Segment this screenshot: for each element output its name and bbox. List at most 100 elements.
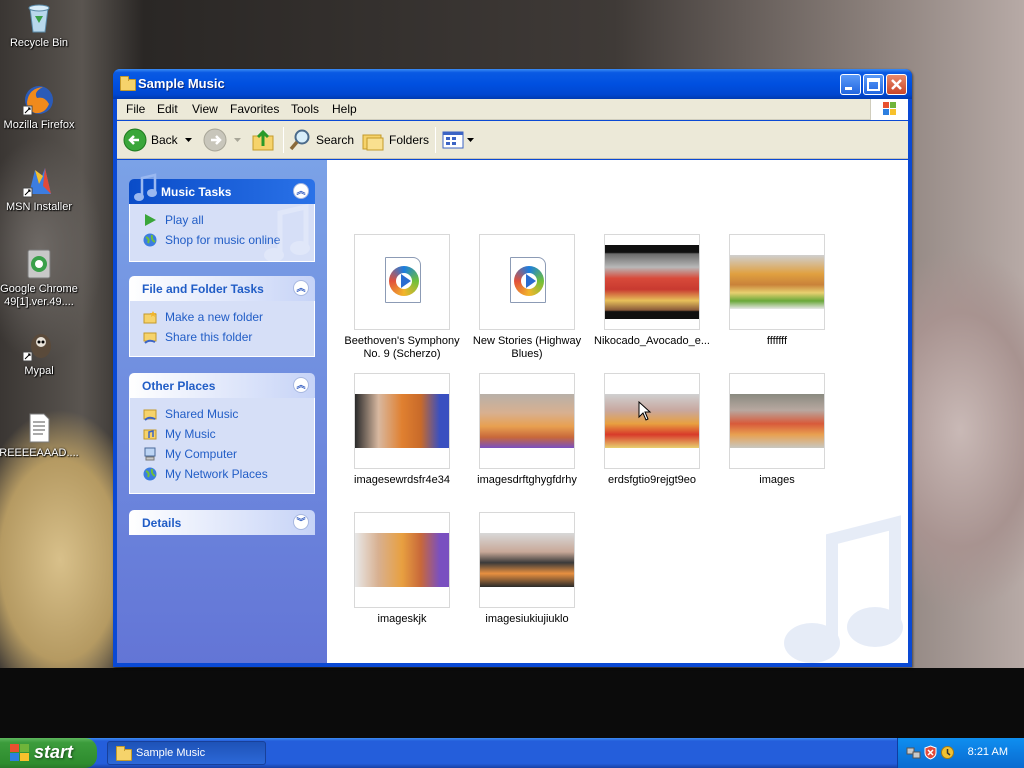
- file-tile[interactable]: Beethoven's Symphony No. 9 (Scherzo): [342, 234, 462, 361]
- collapse-chevron-icon[interactable]: ︽: [293, 377, 309, 393]
- folder-icon: [120, 76, 136, 91]
- file-tile[interactable]: erdsfgtio9rejgt9eo: [592, 373, 712, 487]
- music-folder-icon: [143, 429, 157, 440]
- other-places-header[interactable]: Other Places ︽: [129, 373, 315, 398]
- chevron-down-icon: [234, 138, 241, 142]
- photo-thumbnail: [355, 533, 449, 587]
- photo-thumbnail: [480, 533, 574, 587]
- close-icon: [891, 79, 902, 90]
- firefox-icon: [22, 84, 55, 116]
- desktop-icon-chrome-installer[interactable]: Google Chrome 49[1].ver.49....: [0, 248, 79, 309]
- file-tile[interactable]: Nikocado_Avocado_e...: [592, 234, 712, 348]
- back-label: Back: [151, 133, 178, 147]
- file-tile[interactable]: imagesiukiujiuklo: [467, 512, 587, 626]
- toolbar-separator: [283, 127, 284, 153]
- file-tile[interactable]: imagesewrdsfr4e34: [342, 373, 462, 487]
- desktop-icon-recycle-bin[interactable]: Recycle Bin: [0, 2, 79, 50]
- update-tray-icon[interactable]: [940, 745, 955, 760]
- music-tasks-panel: Music Tasks ︽ Play all Shop for music on…: [129, 173, 315, 262]
- back-button[interactable]: Back: [123, 127, 193, 153]
- menu-edit[interactable]: Edit: [157, 102, 178, 116]
- share-this-folder-link[interactable]: Share this folder: [130, 327, 314, 347]
- link-label: Share this folder: [165, 330, 253, 344]
- recycle-bin-icon: [23, 2, 55, 34]
- maximize-button[interactable]: [863, 74, 884, 95]
- views-button[interactable]: [441, 127, 475, 153]
- file-tile[interactable]: fffffff: [717, 234, 837, 348]
- panel-title: Music Tasks: [161, 185, 232, 199]
- text-document-icon: [23, 412, 55, 444]
- forward-button[interactable]: [203, 127, 245, 153]
- file-tile[interactable]: images: [717, 373, 837, 487]
- file-thumbnail: [604, 234, 700, 330]
- maximize-icon: [867, 78, 880, 91]
- file-tile[interactable]: imagesdrftghygfdrhy: [467, 373, 587, 487]
- search-label: Search: [316, 133, 355, 147]
- desktop-icon-firefox[interactable]: Mozilla Firefox: [0, 84, 79, 132]
- panel-title: File and Folder Tasks: [142, 282, 264, 296]
- desktop-icon-msn-installer[interactable]: MSN Installer: [0, 166, 79, 214]
- other-places-body: Shared Music My Music My Computer My Net…: [129, 398, 315, 494]
- minimize-button[interactable]: [840, 74, 861, 95]
- link-label: My Music: [165, 427, 216, 441]
- file-name: images: [759, 474, 795, 486]
- clock[interactable]: 8:21 AM: [968, 746, 1008, 758]
- up-folder-icon: [252, 129, 274, 151]
- music-tasks-header[interactable]: Music Tasks ︽: [129, 173, 315, 204]
- share-folder-icon: [143, 332, 157, 344]
- expand-chevron-icon[interactable]: ︾: [293, 514, 309, 530]
- my-computer-link[interactable]: My Computer: [130, 444, 314, 464]
- file-name: erdsfgtio9rejgt9eo: [607, 474, 697, 486]
- menu-view[interactable]: View: [192, 102, 218, 116]
- network-tray-icon[interactable]: [906, 745, 921, 760]
- make-new-folder-link[interactable]: Make a new folder: [130, 307, 314, 327]
- desktop-icon-text-file[interactable]: REEEEAAAD....: [0, 412, 79, 460]
- file-name: imageskjk: [377, 613, 427, 625]
- start-button[interactable]: start: [0, 738, 97, 768]
- explorer-window: Sample Music File Edit View Favorites To…: [113, 69, 912, 667]
- security-shield-icon[interactable]: [923, 745, 938, 760]
- menu-favorites[interactable]: Favorites: [230, 102, 279, 116]
- taskbar-window-label: Sample Music: [136, 747, 206, 759]
- menu-tools[interactable]: Tools: [291, 102, 319, 116]
- my-network-places-link[interactable]: My Network Places: [130, 464, 314, 484]
- file-name: imagesiukiujiuklo: [485, 613, 569, 625]
- desktop-icon-label: MSN Installer: [5, 201, 73, 213]
- task-pane: Music Tasks ︽ Play all Shop for music on…: [117, 160, 327, 663]
- taskbar-window-button[interactable]: Sample Music: [107, 741, 266, 765]
- search-button[interactable]: Search: [288, 127, 354, 153]
- file-tile[interactable]: New Stories (Highway Blues): [467, 234, 587, 361]
- desktop-icon-label: Mozilla Firefox: [3, 119, 75, 131]
- windows-flag-icon: [10, 744, 29, 761]
- desktop-icon-label: Google Chrome 49[1].ver.49....: [0, 283, 78, 308]
- up-folder-button[interactable]: [251, 127, 277, 153]
- photo-thumbnail: [605, 394, 699, 448]
- folders-button[interactable]: Folders: [361, 127, 431, 153]
- menu-help[interactable]: Help: [332, 102, 357, 116]
- collapse-chevron-icon[interactable]: ︽: [293, 280, 309, 296]
- file-folder-tasks-header[interactable]: File and Folder Tasks ︽: [129, 276, 315, 301]
- windows-media-file-icon: [510, 257, 546, 303]
- link-label: Shared Music: [165, 407, 239, 421]
- play-icon: [145, 214, 156, 226]
- file-thumbnail: [354, 373, 450, 469]
- windows-flag-icon: [870, 99, 908, 120]
- desktop-icon-mypal[interactable]: Mypal: [0, 330, 79, 378]
- forward-arrow-icon: [203, 128, 227, 152]
- taskbar: start Sample Music 8:21 AM: [0, 738, 1024, 768]
- window-titlebar[interactable]: Sample Music: [113, 69, 912, 99]
- new-folder-icon: [143, 311, 157, 324]
- file-tile[interactable]: imageskjk: [342, 512, 462, 626]
- details-header[interactable]: Details ︾: [129, 510, 315, 535]
- file-name: Beethoven's Symphony No. 9 (Scherzo): [344, 335, 460, 360]
- photo-thumbnail: [730, 394, 824, 448]
- close-button[interactable]: [886, 74, 907, 95]
- chevron-down-icon: [185, 138, 192, 142]
- file-thumbnail: [479, 512, 575, 608]
- shared-music-link[interactable]: Shared Music: [130, 404, 314, 424]
- collapse-chevron-icon[interactable]: ︽: [293, 183, 309, 199]
- menu-file[interactable]: File: [126, 102, 145, 116]
- toolbar: Back Search Folders: [117, 121, 908, 159]
- menu-bar: File Edit View Favorites Tools Help: [117, 99, 908, 120]
- my-music-link[interactable]: My Music: [130, 424, 314, 444]
